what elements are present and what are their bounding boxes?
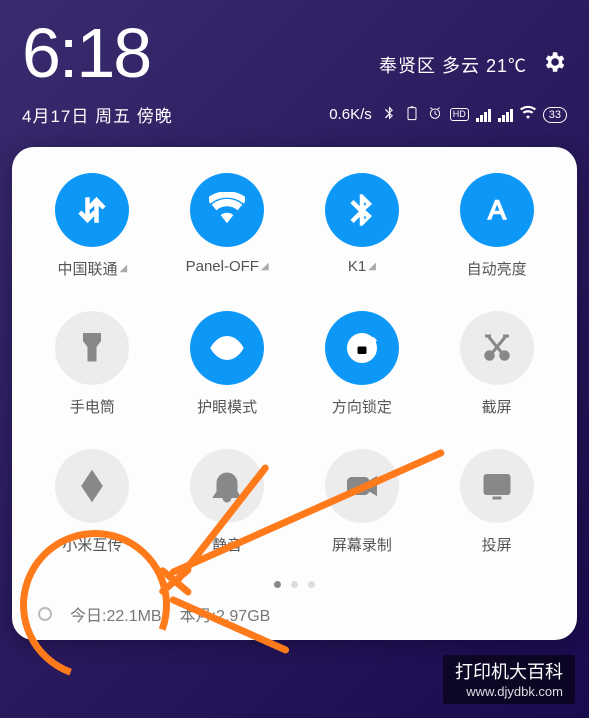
flashlight-icon[interactable] [55, 311, 129, 385]
tile-mute[interactable]: 静音 [167, 449, 288, 555]
signal-icon-2 [498, 108, 513, 122]
tile-label: Panel-OFF◢ [186, 258, 269, 275]
tile-rotation-lock[interactable]: 方向锁定 [302, 311, 423, 417]
quick-settings-panel[interactable]: 中国联通◢ Panel-OFF◢ K1◢ A 自动亮度手电筒 护眼模式 方向锁定 截屏小米互传… [12, 147, 577, 640]
weather-text[interactable]: 奉贤区 多云 21℃ [379, 52, 527, 78]
tile-label: 投屏 [482, 534, 512, 555]
bell-icon[interactable] [190, 449, 264, 523]
usage-today: 今日:22.1MB [70, 602, 162, 626]
tile-label: 静音 [212, 534, 242, 555]
usage-dot-icon [38, 607, 52, 621]
status-bar: 6:18 奉贤区 多云 21℃ 4月17日 周五 傍晚 0.6K/s HD 33 [0, 0, 589, 137]
alarm-icon [427, 105, 443, 124]
tile-cast[interactable]: 投屏 [436, 449, 557, 555]
letter-a-icon[interactable]: A [460, 173, 534, 247]
tile-flashlight[interactable]: 手电筒 [32, 311, 153, 417]
lock-rotate-icon[interactable] [325, 311, 399, 385]
tile-eye-protect[interactable]: 护眼模式 [167, 311, 288, 417]
svg-text:A: A [488, 195, 506, 225]
mi-share-icon[interactable] [55, 449, 129, 523]
battery-indicator: 33 [543, 107, 567, 123]
tile-label: 手电筒 [70, 396, 115, 417]
date-text: 4月17日 周五 傍晚 [22, 102, 173, 127]
network-speed: 0.6K/s [329, 106, 372, 123]
tile-screenshot[interactable]: 截屏 [436, 311, 557, 417]
status-icons: 0.6K/s HD 33 [329, 105, 567, 124]
tile-bluetooth[interactable]: K1◢ [302, 173, 423, 279]
wifi-icon[interactable] [190, 173, 264, 247]
hd-badge: HD [450, 108, 469, 121]
cast-icon[interactable] [460, 449, 534, 523]
bluetooth-icon[interactable] [325, 173, 399, 247]
signal-icon-1 [476, 108, 491, 122]
page-dot[interactable] [308, 581, 315, 588]
tile-screen-record[interactable]: 屏幕录制 [302, 449, 423, 555]
tile-label: 小米互传 [62, 534, 122, 555]
clock: 6:18 [22, 18, 150, 88]
data-arrows-icon[interactable] [55, 173, 129, 247]
chevron-icon: ◢ [261, 261, 269, 272]
tile-label: 自动亮度 [467, 258, 527, 279]
wifi-status-icon [520, 105, 536, 124]
tile-mi-share[interactable]: 小米互传 [32, 449, 153, 555]
tile-mobile-data[interactable]: 中国联通◢ [32, 173, 153, 279]
tile-auto-brightness[interactable]: A 自动亮度 [436, 173, 557, 279]
tile-grid: 中国联通◢ Panel-OFF◢ K1◢ A 自动亮度手电筒 护眼模式 方向锁定 截屏小米互传… [32, 173, 557, 555]
usage-month: 本月:2.97GB [180, 602, 271, 626]
tile-label: 方向锁定 [332, 396, 392, 417]
page-dot[interactable] [291, 581, 298, 588]
page-dot[interactable] [274, 581, 281, 588]
bluetooth-icon [381, 105, 397, 124]
watermark: 打印机大百科 www.djydbk.com [443, 655, 575, 704]
tile-label: 护眼模式 [197, 396, 257, 417]
tile-label: 截屏 [482, 396, 512, 417]
video-icon[interactable] [325, 449, 399, 523]
tile-wifi[interactable]: Panel-OFF◢ [167, 173, 288, 279]
tile-label: 屏幕录制 [332, 534, 392, 555]
watermark-url: www.djydbk.com [455, 684, 563, 701]
eye-icon[interactable] [190, 311, 264, 385]
tile-label: K1◢ [348, 258, 376, 275]
page-indicator[interactable] [32, 581, 557, 588]
chevron-icon: ◢ [120, 263, 128, 274]
settings-icon[interactable] [541, 49, 567, 80]
watermark-title: 打印机大百科 [455, 662, 563, 682]
chevron-icon: ◢ [368, 261, 376, 272]
scissors-icon[interactable] [460, 311, 534, 385]
tile-label: 中国联通◢ [58, 258, 128, 279]
battery-saver-icon [404, 105, 420, 124]
data-usage-bar[interactable]: 今日:22.1MB 本月:2.97GB [32, 602, 557, 626]
